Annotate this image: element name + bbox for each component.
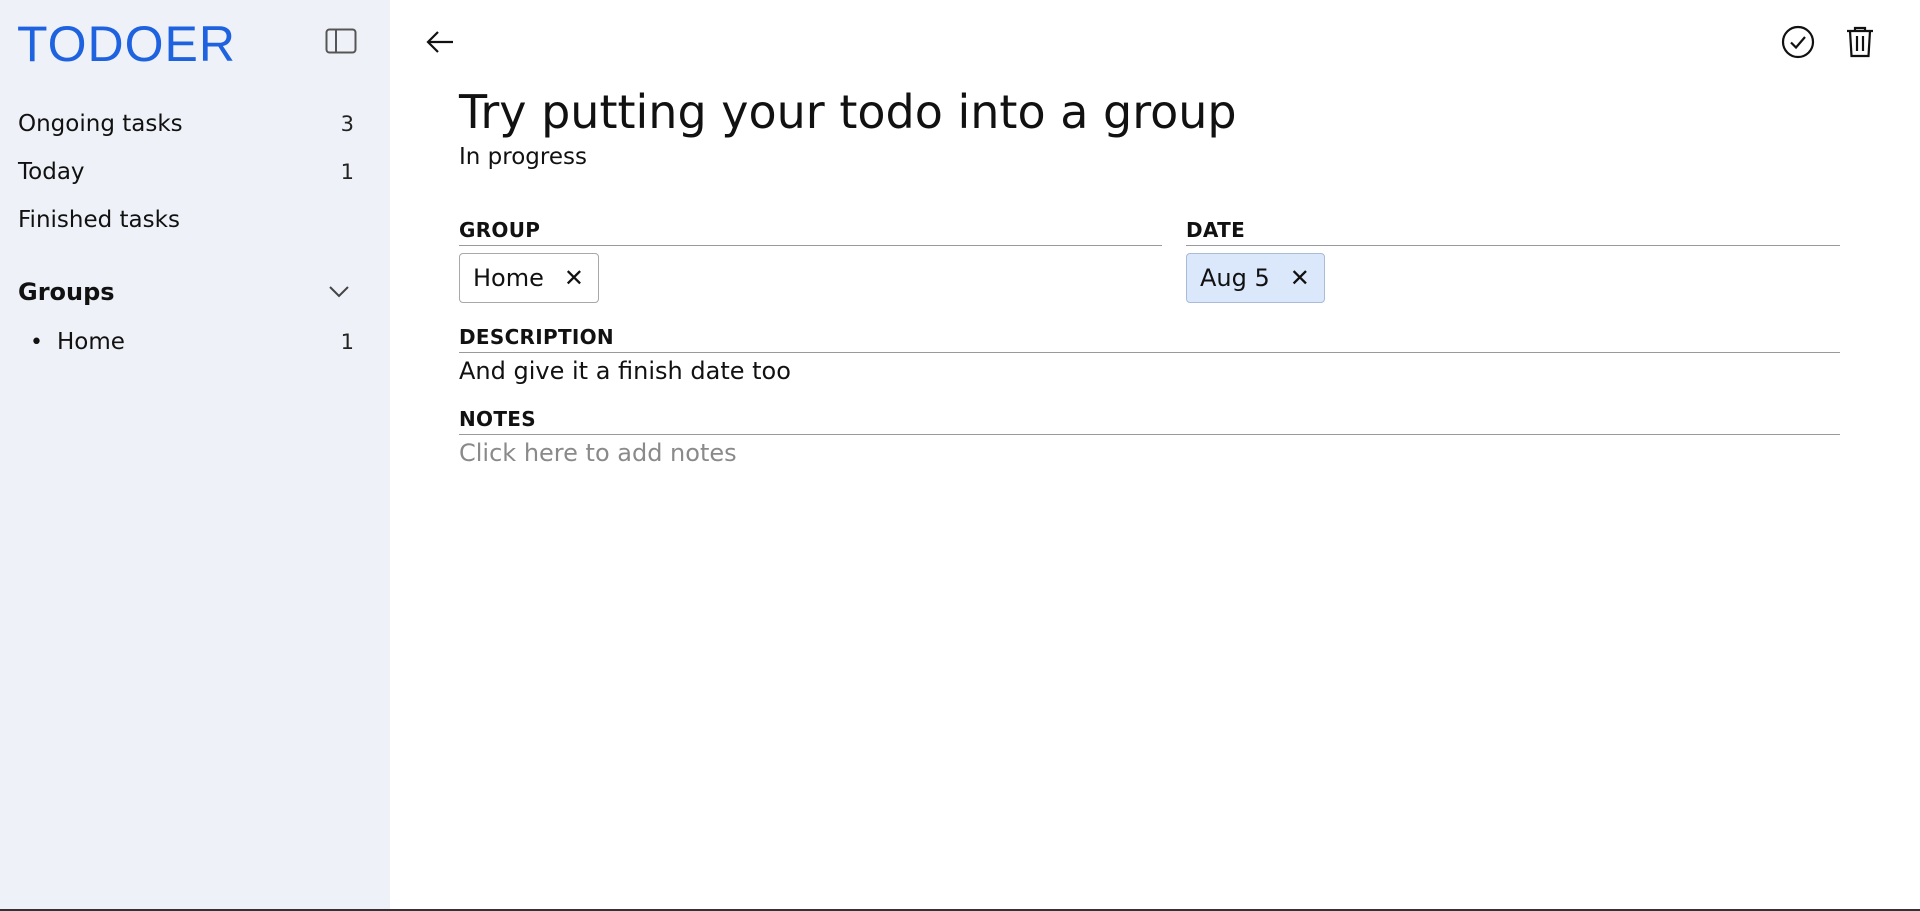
- description-label: DESCRIPTION: [459, 325, 1840, 353]
- task-title[interactable]: Try putting your todo into a group: [459, 82, 1840, 142]
- sidebar-item-count: 3: [340, 112, 354, 136]
- description-section: DESCRIPTION And give it a finish date to…: [459, 325, 1840, 385]
- delete-task-button[interactable]: [1840, 22, 1880, 62]
- sidebar-item-label: Ongoing tasks: [18, 111, 183, 137]
- app-logo: TODOER: [17, 16, 236, 72]
- sidebar-item-label: Today: [18, 159, 85, 185]
- task-fields: GROUP Home ✕ DATE Aug 5 ✕: [459, 218, 1840, 303]
- sidebar-item-today[interactable]: Today 1: [18, 148, 354, 196]
- group-chip-label: Home: [473, 264, 544, 292]
- date-label: DATE: [1186, 218, 1840, 246]
- sidebar-toggle-button[interactable]: [324, 24, 358, 58]
- task-status: In progress: [459, 144, 587, 170]
- date-field: DATE Aug 5 ✕: [1186, 218, 1840, 303]
- sidebar-group-home[interactable]: • Home 1: [30, 318, 354, 366]
- bullet-icon: •: [30, 329, 43, 355]
- chevron-down-icon: [329, 286, 349, 298]
- sidebar-item-label: Finished tasks: [18, 207, 180, 233]
- group-field: GROUP Home ✕: [459, 218, 1162, 303]
- sidebar-item-ongoing-tasks[interactable]: Ongoing tasks 3: [18, 100, 354, 148]
- group-label: GROUP: [459, 218, 1162, 246]
- date-chip-label: Aug 5: [1200, 264, 1270, 292]
- check-circle-icon: [1781, 25, 1815, 59]
- date-chip[interactable]: Aug 5 ✕: [1186, 253, 1325, 303]
- arrow-left-icon: [426, 31, 453, 53]
- task-content: Try putting your todo into a group In pr…: [459, 82, 1840, 467]
- back-button[interactable]: [420, 22, 460, 62]
- group-count: 1: [340, 330, 354, 354]
- sidebar: TODOER Ongoing tasks 3 Today 1 Finished …: [0, 0, 390, 909]
- sidebar-item-finished-tasks[interactable]: Finished tasks: [18, 196, 354, 244]
- sidebar-toggle-icon: [325, 28, 357, 54]
- task-detail-panel: Try putting your todo into a group In pr…: [390, 0, 1920, 909]
- notes-input[interactable]: Click here to add notes: [459, 439, 1840, 467]
- trash-icon: [1847, 26, 1873, 58]
- description-text[interactable]: And give it a finish date too: [459, 357, 1840, 385]
- close-icon[interactable]: ✕: [1290, 266, 1310, 290]
- group-name: Home: [56, 329, 125, 355]
- sidebar-nav: Ongoing tasks 3 Today 1 Finished tasks: [18, 100, 354, 244]
- close-icon[interactable]: ✕: [564, 266, 584, 290]
- groups-header: Groups: [18, 268, 354, 316]
- groups-title: Groups: [18, 278, 115, 306]
- notes-label: NOTES: [459, 407, 1840, 435]
- app-window: TODOER Ongoing tasks 3 Today 1 Finished …: [0, 0, 1920, 911]
- groups-collapse-button[interactable]: [324, 277, 354, 307]
- sidebar-item-count: 1: [340, 160, 354, 184]
- task-actions: [1778, 22, 1880, 62]
- notes-section: NOTES Click here to add notes: [459, 407, 1840, 467]
- group-chip[interactable]: Home ✕: [459, 253, 599, 303]
- complete-task-button[interactable]: [1778, 22, 1818, 62]
